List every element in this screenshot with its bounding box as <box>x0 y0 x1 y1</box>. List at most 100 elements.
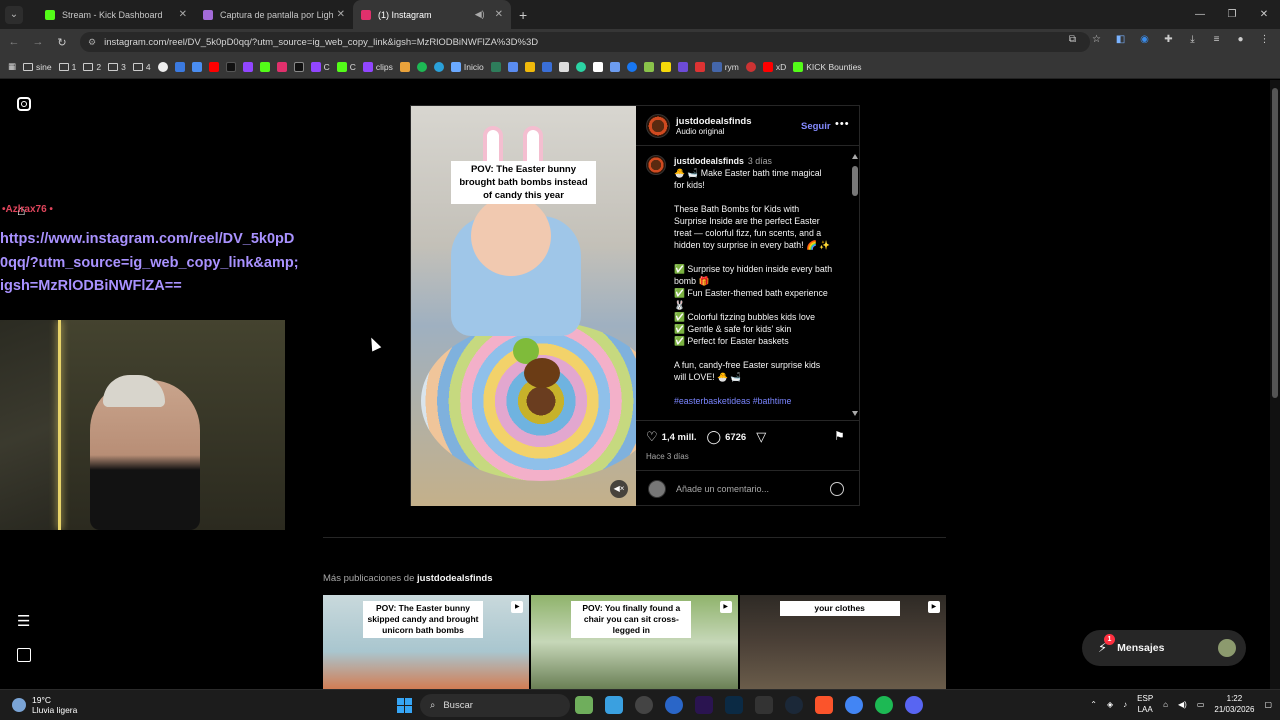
premiere-icon[interactable] <box>695 696 713 714</box>
bookmark-icon-5[interactable] <box>416 61 427 72</box>
post-thumbnail[interactable]: your clothes ▶ <box>739 595 946 689</box>
instagram-logo-icon[interactable] <box>17 97 31 111</box>
bookmark-icon-12[interactable] <box>592 61 603 72</box>
tab-lightshot[interactable]: Captura de pantalla por Lightshot ✕ <box>195 0 353 29</box>
bookmark-icon-4[interactable] <box>399 61 410 72</box>
profile-avatar-icon[interactable]: ● <box>1233 32 1248 47</box>
youtube-icon[interactable] <box>208 61 219 72</box>
start-button-icon[interactable] <box>397 698 412 713</box>
forward-button[interactable]: → <box>28 36 48 48</box>
clock[interactable]: 1:22 21/03/2026 <box>1214 693 1254 715</box>
post-thumbnail[interactable]: POV: The Easter bunny skipped candy and … <box>323 595 530 689</box>
app-icon[interactable] <box>665 696 683 714</box>
notifications-icon[interactable]: ▢ <box>1264 700 1272 709</box>
messages-button[interactable]: ⚡ 1 Mensajes <box>1082 630 1246 666</box>
hamburger-menu-icon[interactable]: ☰ <box>17 612 30 630</box>
battery-icon[interactable]: ▭ <box>1197 700 1205 709</box>
reel-video[interactable]: POV: The Easter bunny brought bath bombs… <box>411 106 636 506</box>
new-tab-button[interactable]: + <box>519 7 527 23</box>
kick-icon[interactable] <box>259 61 270 72</box>
avatar[interactable] <box>646 155 666 175</box>
tab-search-icon[interactable]: ⌄ <box>5 5 23 24</box>
bookmark-icon-15[interactable] <box>660 61 671 72</box>
mute-icon[interactable]: ◀× <box>610 480 628 498</box>
bookmark-star-icon[interactable]: ☆ <box>1089 32 1104 47</box>
bookmark-icon-13[interactable] <box>609 61 620 72</box>
facebook-icon[interactable] <box>626 61 637 72</box>
reload-button[interactable]: ↻ <box>52 36 72 49</box>
author-username[interactable]: justdodealsfinds <box>676 116 751 127</box>
bookmark-icon[interactable]: ⚑ <box>834 429 845 443</box>
heart-icon[interactable]: ♡ <box>646 429 658 445</box>
bookmark-icon-8[interactable] <box>524 61 535 72</box>
bookmark-icon-1[interactable] <box>157 61 168 72</box>
bookmark-folder-2[interactable]: 2 <box>83 62 101 72</box>
language-indicator[interactable]: ESP LAA <box>1137 693 1153 715</box>
telegram-icon[interactable] <box>433 61 444 72</box>
avatar[interactable] <box>646 113 670 138</box>
twitch-icon[interactable] <box>242 61 253 72</box>
bookmark-xd[interactable]: xD <box>762 61 786 72</box>
maximize-button[interactable]: ❐ <box>1216 0 1248 29</box>
x-icon[interactable] <box>293 61 304 72</box>
bookmark-folder-sine[interactable]: sine <box>23 62 52 72</box>
more-options-icon[interactable]: ••• <box>835 118 850 130</box>
instagram-icon[interactable] <box>276 61 287 72</box>
post-thumbnail[interactable]: POV: You finally found a chair you can s… <box>531 595 738 689</box>
close-icon[interactable]: ✕ <box>337 9 345 20</box>
bookmark-clips[interactable]: clips <box>362 61 393 72</box>
bookmark-icon-9[interactable] <box>541 61 552 72</box>
bookmark-icon-14[interactable] <box>643 61 654 72</box>
bookmark-kick-c[interactable]: C <box>336 61 356 72</box>
apps-grid-icon[interactable]: ▦ <box>8 61 16 72</box>
file-explorer-icon[interactable] <box>605 696 623 714</box>
spotify-icon[interactable] <box>875 696 893 714</box>
bookmark-icon-17[interactable] <box>694 61 705 72</box>
bookmark-icon-16[interactable] <box>677 61 688 72</box>
follow-button[interactable]: Seguir <box>801 121 831 132</box>
epic-games-icon[interactable] <box>755 696 773 714</box>
menu-kebab-icon[interactable]: ⋮ <box>1257 32 1272 47</box>
steam-icon[interactable] <box>785 696 803 714</box>
task-view-icon[interactable] <box>575 696 593 714</box>
page-scrollbar[interactable] <box>1270 80 1280 689</box>
back-button[interactable]: ← <box>4 36 24 48</box>
address-bar[interactable]: ⚙ instagram.com/reel/DV_5k0pD0qq/?utm_so… <box>80 32 1090 52</box>
bookmark-inicio[interactable]: Inicio <box>450 61 484 72</box>
extension-icon[interactable]: ◉ <box>1137 32 1152 47</box>
emoji-icon[interactable] <box>830 482 844 496</box>
obs-icon[interactable] <box>635 696 653 714</box>
microphone-icon[interactable]: ♪ <box>1123 700 1127 709</box>
more-apps-icon[interactable] <box>17 648 31 662</box>
close-icon[interactable]: ✕ <box>179 9 187 20</box>
volume-icon[interactable]: ◀) <box>1178 700 1187 709</box>
caption-scrollbar[interactable] <box>852 154 858 416</box>
tiktok-icon[interactable] <box>225 61 236 72</box>
bookmark-rym[interactable]: rym <box>711 61 739 72</box>
tab-instagram[interactable]: (1) Instagram ◀) ✕ <box>353 0 511 29</box>
photoshop-icon[interactable] <box>725 696 743 714</box>
media-icon[interactable]: ≡ <box>1209 32 1224 47</box>
caption-author[interactable]: justdodealsfinds <box>674 156 744 166</box>
discord-icon[interactable] <box>905 696 923 714</box>
network-icon[interactable]: ⌂ <box>1163 700 1168 709</box>
bookmark-icon-11[interactable] <box>575 61 586 72</box>
translate-icon[interactable]: ◧ <box>1113 32 1128 47</box>
bookmark-icon-6[interactable] <box>490 61 501 72</box>
share-icon[interactable]: ▽ <box>756 429 766 445</box>
hashtags[interactable]: #easterbasketideas #bathtime <box>674 395 834 407</box>
likes-count[interactable]: 1,4 mill. <box>662 432 697 443</box>
bookmark-folder-4[interactable]: 4 <box>132 62 151 72</box>
more-posts-author[interactable]: justdodealsfinds <box>417 573 492 584</box>
app-tray-icon[interactable]: ◈ <box>1107 700 1113 709</box>
brave-icon[interactable] <box>815 696 833 714</box>
comment-input[interactable]: Añade un comentario... <box>676 484 769 494</box>
bookmark-icon-3[interactable] <box>191 61 202 72</box>
close-icon[interactable]: ✕ <box>495 9 503 20</box>
bookmark-icon-7[interactable] <box>507 61 518 72</box>
speaker-icon[interactable]: ◀) <box>475 9 485 20</box>
tab-kick-dashboard[interactable]: Stream - Kick Dashboard ✕ <box>37 0 195 29</box>
chevron-up-icon[interactable]: ⌃ <box>1090 700 1097 709</box>
bookmark-folder-3[interactable]: 3 <box>108 62 126 72</box>
weather-widget[interactable]: 19°C Lluvia ligera <box>12 695 77 715</box>
